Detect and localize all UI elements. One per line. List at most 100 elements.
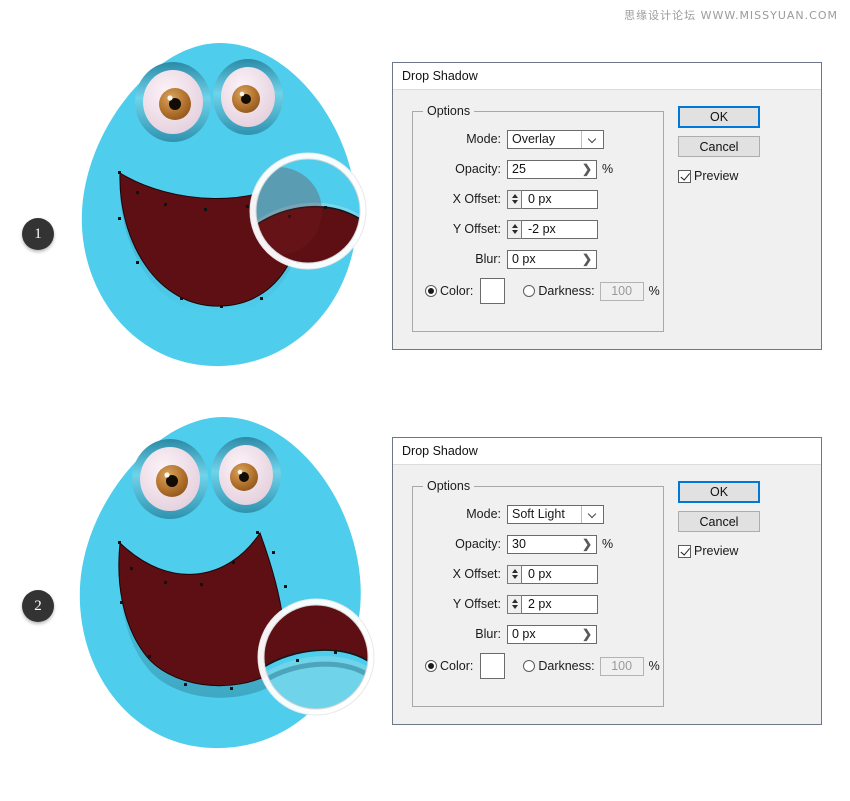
cancel-button[interactable]: Cancel	[678, 136, 760, 157]
blur-row: Blur: 0 px ❯	[413, 619, 663, 649]
illustration-step-1	[60, 25, 380, 395]
color-label: Color:	[440, 659, 474, 673]
opacity-input[interactable]: 30 ❯	[507, 534, 597, 554]
opacity-slider-arrow-icon[interactable]: ❯	[582, 536, 592, 553]
stepper-up-icon[interactable]	[511, 194, 518, 199]
preview-checkbox[interactable]	[678, 169, 691, 183]
yoffset-value: 2 px	[528, 596, 552, 611]
mode-row: Mode: Soft Light	[413, 499, 663, 529]
opacity-unit: %	[602, 162, 614, 176]
stepper-up-icon[interactable]	[511, 569, 518, 574]
cancel-button-label: Cancel	[699, 514, 739, 529]
monster-eye-right	[213, 59, 283, 135]
mode-select[interactable]: Overlay	[507, 129, 604, 149]
preview-checkbox[interactable]	[678, 544, 691, 558]
yoffset-row: Y Offset: 2 px	[413, 589, 663, 619]
stepper-down-icon[interactable]	[511, 604, 518, 609]
drop-shadow-dialog-2[interactable]: Drop Shadow Options Mode: Soft Light Opa…	[392, 437, 822, 725]
mode-label: Mode:	[466, 132, 501, 146]
dialog-title-bar: Drop Shadow	[393, 438, 821, 465]
stepper-down-icon[interactable]	[511, 574, 518, 579]
yoffset-input[interactable]: -2 px	[522, 219, 598, 239]
ok-button[interactable]: OK	[678, 106, 760, 128]
xoffset-input[interactable]: 0 px	[522, 564, 598, 584]
blur-input[interactable]: 0 px ❯	[507, 249, 597, 269]
color-radio[interactable]	[425, 285, 437, 297]
xoffset-stepper[interactable]	[507, 564, 522, 584]
dialog-title: Drop Shadow	[402, 444, 478, 458]
opacity-unit: %	[602, 537, 614, 551]
mode-value: Overlay	[512, 131, 556, 146]
yoffset-stepper[interactable]	[507, 594, 522, 614]
preview-label: Preview	[694, 544, 739, 558]
color-radio[interactable]	[425, 660, 437, 672]
cancel-button[interactable]: Cancel	[678, 511, 760, 532]
darkness-radio[interactable]	[523, 285, 536, 297]
yoffset-label: Y Offset:	[452, 222, 501, 236]
blur-value: 0 px	[512, 251, 536, 266]
blur-slider-arrow-icon[interactable]: ❯	[582, 251, 592, 268]
blur-row: Blur: 0 px ❯	[413, 244, 663, 274]
yoffset-stepper[interactable]	[507, 219, 522, 239]
xoffset-label: X Offset:	[452, 192, 501, 206]
yoffset-row: Y Offset: -2 px	[413, 214, 663, 244]
opacity-value: 30	[512, 536, 526, 551]
opacity-label: Opacity:	[455, 162, 501, 176]
opacity-row: Opacity: 25 ❯ %	[413, 154, 663, 184]
dialog-button-column: OK Cancel Preview	[678, 106, 798, 183]
color-label: Color:	[440, 284, 474, 298]
options-group: Options Mode: Soft Light Opacity: 30 ❯ %	[412, 479, 664, 707]
chevron-down-icon[interactable]	[581, 130, 603, 148]
chevron-down-icon[interactable]	[581, 505, 603, 523]
stepper-down-icon[interactable]	[511, 199, 518, 204]
darkness-input: 100	[599, 656, 644, 676]
darkness-label: Darkness:	[538, 284, 595, 298]
monster-eye-right	[211, 437, 281, 513]
preview-label: Preview	[694, 169, 739, 183]
mode-label: Mode:	[466, 507, 501, 521]
xoffset-value: 0 px	[528, 566, 552, 581]
opacity-slider-arrow-icon[interactable]: ❯	[582, 161, 592, 178]
mode-row: Mode: Overlay	[413, 124, 663, 154]
stepper-up-icon[interactable]	[511, 224, 518, 229]
blur-input[interactable]: 0 px ❯	[507, 624, 597, 644]
monster-eye-left	[132, 439, 208, 519]
xoffset-input[interactable]: 0 px	[522, 189, 598, 209]
ok-button-label: OK	[709, 485, 729, 499]
color-swatch[interactable]	[480, 653, 506, 679]
darkness-radio[interactable]	[523, 660, 536, 672]
blur-label: Blur:	[475, 627, 501, 641]
preview-checkbox-row[interactable]: Preview	[678, 169, 798, 183]
darkness-value: 100	[611, 659, 633, 673]
darkness-value: 100	[611, 284, 633, 298]
yoffset-label: Y Offset:	[452, 597, 501, 611]
xoffset-value: 0 px	[528, 191, 552, 206]
mode-select[interactable]: Soft Light	[507, 504, 604, 524]
stepper-down-icon[interactable]	[511, 229, 518, 234]
ok-button[interactable]: OK	[678, 481, 760, 503]
illustration-step-2	[60, 405, 390, 790]
step-badge-2: 2	[22, 590, 54, 622]
site-watermark: 思缘设计论坛 WWW.MISSYUAN.COM	[624, 9, 838, 22]
step-badge-1: 1	[22, 218, 54, 250]
stepper-up-icon[interactable]	[511, 599, 518, 604]
step-badge-1-number: 1	[34, 225, 42, 242]
xoffset-row: X Offset: 0 px	[413, 184, 663, 214]
options-group-label: Options	[427, 479, 471, 493]
color-darkness-row: Color: Darkness: 100 %	[413, 649, 663, 683]
cancel-button-label: Cancel	[699, 139, 739, 154]
xoffset-stepper[interactable]	[507, 189, 522, 209]
preview-checkbox-row[interactable]: Preview	[678, 544, 798, 558]
mode-value: Soft Light	[512, 506, 565, 521]
opacity-input[interactable]: 25 ❯	[507, 159, 597, 179]
blur-slider-arrow-icon[interactable]: ❯	[582, 626, 592, 643]
color-swatch[interactable]	[480, 278, 506, 304]
blur-label: Blur:	[475, 252, 501, 266]
dialog-title: Drop Shadow	[402, 69, 478, 83]
drop-shadow-dialog-1[interactable]: Drop Shadow Options Mode: Overlay Opacit…	[392, 62, 822, 350]
ok-button-label: OK	[709, 110, 729, 124]
yoffset-input[interactable]: 2 px	[522, 594, 598, 614]
xoffset-row: X Offset: 0 px	[413, 559, 663, 589]
monster-eye-left	[135, 62, 211, 142]
darkness-label: Darkness:	[538, 659, 595, 673]
